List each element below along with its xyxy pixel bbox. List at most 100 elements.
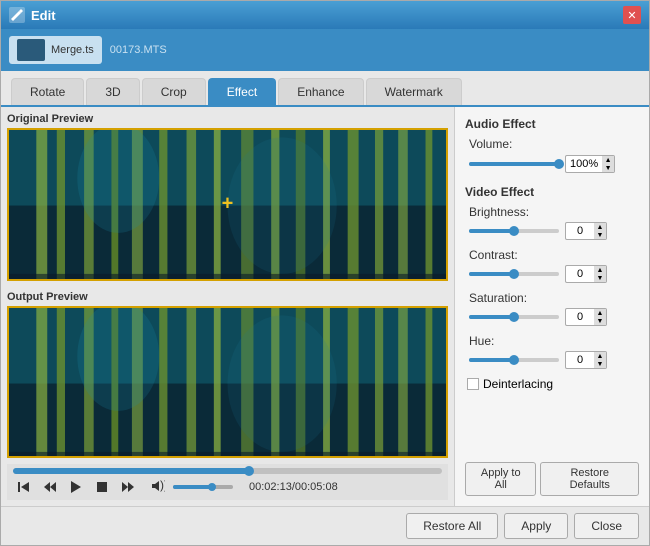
output-video — [7, 306, 448, 459]
deinterlacing-row: Deinterlacing — [467, 377, 639, 391]
main-content: Original Preview — [1, 107, 649, 506]
saturation-thumb — [509, 312, 519, 322]
brightness-fill — [469, 229, 514, 233]
audio-effect-section: Audio Effect Volume: 100% ▲ ▼ — [465, 117, 639, 175]
apply-to-all-button[interactable]: Apply to All — [465, 462, 536, 496]
tab-crop[interactable]: Crop — [142, 78, 206, 105]
stop-icon — [95, 480, 109, 494]
apply-button[interactable]: Apply — [504, 513, 568, 539]
contrast-down-button[interactable]: ▼ — [594, 274, 606, 282]
hue-value-box: 0 ▲ ▼ — [565, 351, 607, 369]
contrast-value: 0 — [566, 267, 594, 281]
output-preview-label: Output Preview — [7, 291, 448, 303]
saturation-value-box: 0 ▲ ▼ — [565, 308, 607, 326]
brightness-label: Brightness: — [469, 205, 639, 219]
stop-button[interactable] — [91, 478, 113, 496]
deinterlacing-label: Deinterlacing — [483, 377, 553, 391]
playback-controls: )) 00:02:13/00:05:08 — [13, 478, 442, 496]
audio-effect-title: Audio Effect — [465, 117, 639, 131]
restore-defaults-button[interactable]: Restore Defaults — [540, 462, 639, 496]
edit-icon — [9, 7, 25, 23]
skip-start-button[interactable] — [13, 478, 35, 496]
video-effect-section: Video Effect Brightness: 0 ▲ ▼ — [465, 185, 639, 391]
file-item-1[interactable]: Merge.ts — [9, 36, 102, 64]
brightness-down-button[interactable]: ▼ — [594, 231, 606, 239]
volume-slider[interactable] — [173, 485, 233, 489]
svg-text:)): )) — [160, 479, 165, 492]
prev-button[interactable] — [39, 478, 61, 496]
play-icon — [69, 480, 83, 494]
next-icon — [121, 480, 135, 494]
tab-bar: Rotate 3D Crop Effect Enhance Watermark — [1, 71, 649, 107]
saturation-spin: ▲ ▼ — [594, 309, 606, 325]
file-bar: Merge.ts 00173.MTS — [1, 29, 649, 71]
deinterlacing-checkbox[interactable] — [467, 378, 479, 390]
close-button[interactable]: Close — [574, 513, 639, 539]
brightness-row: Brightness: 0 ▲ ▼ — [465, 205, 639, 240]
volume-icon: )) — [151, 479, 165, 493]
saturation-row: Saturation: 0 ▲ ▼ — [465, 291, 639, 326]
volume-spin-buttons: ▲ ▼ — [602, 156, 614, 172]
tab-effect[interactable]: Effect — [208, 78, 276, 105]
contrast-label: Contrast: — [469, 248, 639, 262]
seek-progress — [13, 468, 249, 474]
bottom-bar: Restore All Apply Close — [1, 506, 649, 545]
crosshair: + — [222, 193, 234, 216]
contrast-up-button[interactable]: ▲ — [594, 266, 606, 274]
file-name-2: 00173.MTS — [110, 44, 167, 56]
hue-track[interactable] — [469, 358, 559, 362]
saturation-track[interactable] — [469, 315, 559, 319]
saturation-value: 0 — [566, 310, 594, 324]
saturation-up-button[interactable]: ▲ — [594, 309, 606, 317]
hue-label: Hue: — [469, 334, 639, 348]
volume-track[interactable] — [469, 162, 559, 166]
next-button[interactable] — [117, 478, 139, 496]
window-title: Edit — [31, 8, 623, 23]
close-window-button[interactable]: ✕ — [623, 6, 641, 24]
file-thumbnail-1 — [17, 39, 45, 61]
volume-label: Volume: — [469, 137, 639, 151]
brightness-thumb — [509, 226, 519, 236]
skip-start-icon — [17, 480, 31, 494]
tab-3d[interactable]: 3D — [86, 78, 139, 105]
tab-watermark[interactable]: Watermark — [366, 78, 462, 105]
brightness-up-button[interactable]: ▲ — [594, 223, 606, 231]
volume-fill — [469, 162, 559, 166]
restore-all-button[interactable]: Restore All — [406, 513, 498, 539]
saturation-slider-row: 0 ▲ ▼ — [469, 308, 639, 326]
hue-down-button[interactable]: ▼ — [594, 360, 606, 368]
contrast-value-box: 0 ▲ ▼ — [565, 265, 607, 283]
file-name-1: Merge.ts — [51, 44, 94, 56]
seek-bar-container — [13, 468, 442, 474]
hue-slider-row: 0 ▲ ▼ — [469, 351, 639, 369]
playback-bar: )) 00:02:13/00:05:08 — [7, 464, 448, 500]
hue-up-button[interactable]: ▲ — [594, 352, 606, 360]
contrast-row: Contrast: 0 ▲ ▼ — [465, 248, 639, 283]
brightness-track[interactable] — [469, 229, 559, 233]
volume-thumb — [208, 483, 216, 491]
volume-value-box: 100% ▲ ▼ — [565, 155, 615, 173]
hue-thumb — [509, 355, 519, 365]
seek-bar[interactable] — [13, 468, 442, 474]
hue-value: 0 — [566, 353, 594, 367]
time-display: 00:02:13/00:05:08 — [249, 481, 338, 493]
brightness-value: 0 — [566, 224, 594, 238]
prev-icon — [43, 480, 57, 494]
original-preview-label: Original Preview — [7, 113, 448, 125]
saturation-fill — [469, 315, 514, 319]
contrast-track[interactable] — [469, 272, 559, 276]
tab-enhance[interactable]: Enhance — [278, 78, 363, 105]
volume-value: 100% — [566, 157, 602, 171]
tab-rotate[interactable]: Rotate — [11, 78, 84, 105]
volume-down-button[interactable]: ▼ — [602, 164, 614, 172]
contrast-spin: ▲ ▼ — [594, 266, 606, 282]
volume-row: 100% ▲ ▼ — [469, 155, 639, 173]
play-button[interactable] — [65, 478, 87, 496]
hue-row: Hue: 0 ▲ ▼ — [465, 334, 639, 369]
volume-up-button[interactable]: ▲ — [602, 156, 614, 164]
saturation-down-button[interactable]: ▼ — [594, 317, 606, 325]
saturation-label: Saturation: — [469, 291, 639, 305]
volume-fill — [173, 485, 212, 489]
right-panel: Audio Effect Volume: 100% ▲ ▼ — [454, 107, 649, 506]
contrast-slider-row: 0 ▲ ▼ — [469, 265, 639, 283]
